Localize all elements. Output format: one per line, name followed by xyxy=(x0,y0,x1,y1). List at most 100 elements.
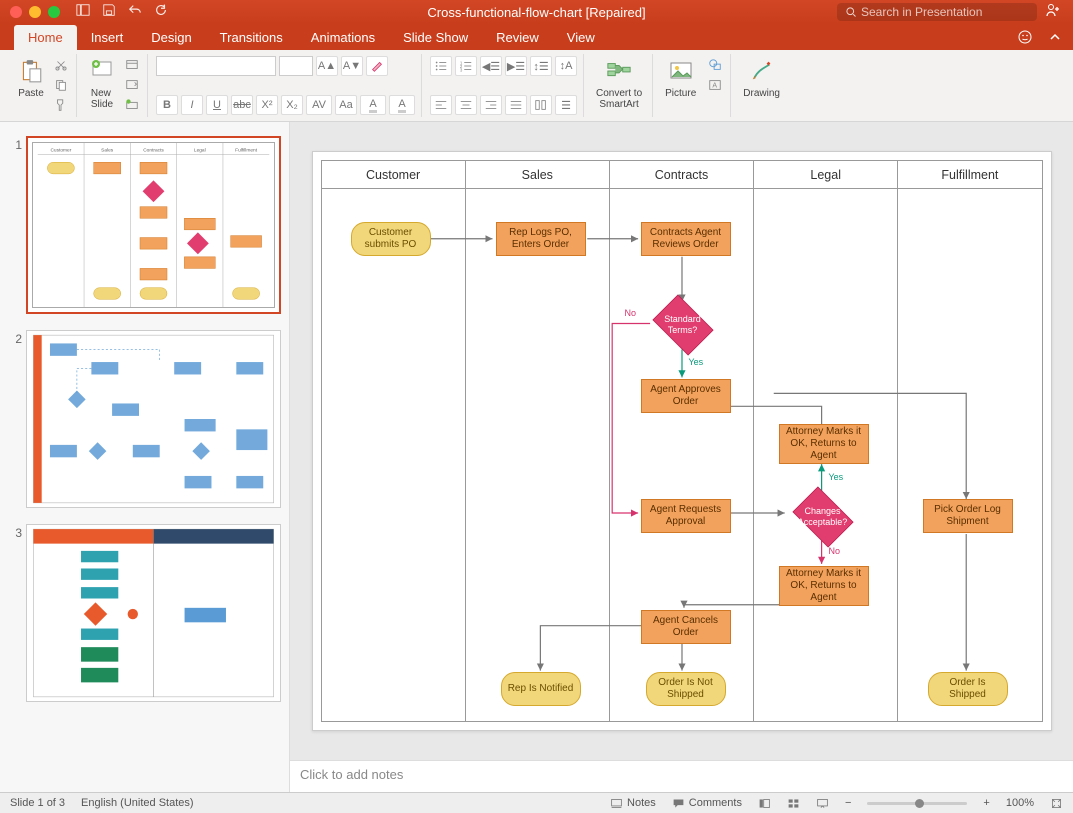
search-input[interactable] xyxy=(861,5,1021,19)
node-process[interactable]: Rep Logs PO, Enters Order xyxy=(496,222,586,256)
node-process[interactable]: Attorney Marks it OK, Returns to Agent xyxy=(779,566,869,606)
shrink-font-button[interactable]: A▼ xyxy=(341,56,363,76)
align-left-button[interactable] xyxy=(430,95,452,115)
zoom-out-button[interactable]: − xyxy=(845,797,851,809)
section-icon[interactable] xyxy=(123,96,141,114)
node-process[interactable]: Contracts Agent Reviews Order xyxy=(641,222,731,256)
comments-toggle[interactable]: Comments xyxy=(672,797,742,810)
align-center-button[interactable] xyxy=(455,95,477,115)
bullets-button[interactable] xyxy=(430,56,452,76)
fit-window-button[interactable] xyxy=(1050,797,1063,810)
copy-icon[interactable] xyxy=(52,76,70,94)
highlight-button[interactable]: A xyxy=(360,95,386,115)
align-right-button[interactable] xyxy=(480,95,502,115)
italic-button[interactable]: I xyxy=(181,95,203,115)
drawing-button[interactable]: Drawing xyxy=(739,56,784,101)
textbox-icon[interactable]: A xyxy=(706,76,724,94)
node-terminator[interactable]: Rep Is Notified xyxy=(501,672,581,706)
indent-button[interactable]: ▶☰ xyxy=(505,56,527,76)
cut-icon[interactable] xyxy=(52,56,70,74)
tab-transitions[interactable]: Transitions xyxy=(206,25,297,50)
tab-view[interactable]: View xyxy=(553,25,609,50)
line-spacing-button[interactable]: ↕☰ xyxy=(530,56,552,76)
node-process[interactable]: Attorney Marks it OK, Returns to Agent xyxy=(779,424,869,464)
superscript-button[interactable]: X² xyxy=(256,95,278,115)
search-box[interactable] xyxy=(837,3,1037,21)
language-indicator[interactable]: English (United States) xyxy=(81,797,194,809)
font-size-select[interactable] xyxy=(279,56,313,76)
thumbnail-2[interactable]: 2 xyxy=(8,330,281,508)
save-icon[interactable] xyxy=(102,3,116,22)
svg-text:Fulfillment: Fulfillment xyxy=(235,148,258,154)
share-button[interactable] xyxy=(1045,2,1061,23)
tab-design[interactable]: Design xyxy=(137,25,205,50)
text-direction-button[interactable]: ↕A xyxy=(555,56,577,76)
strike-button[interactable]: abc xyxy=(231,95,253,115)
node-decision[interactable]: Changes Acceptable? xyxy=(788,492,858,542)
change-case-button[interactable]: Aa xyxy=(335,95,357,115)
tab-slideshow[interactable]: Slide Show xyxy=(389,25,482,50)
new-slide-button[interactable]: New Slide xyxy=(85,56,119,114)
picture-button[interactable]: Picture xyxy=(661,56,700,101)
columns-button[interactable] xyxy=(530,95,552,115)
node-terminator[interactable]: Customer submits PO xyxy=(351,222,431,256)
undo-icon[interactable] xyxy=(128,3,142,22)
normal-view-button[interactable] xyxy=(758,797,771,810)
main-area: 1 CustomerSalesContractsLegalFulfillment xyxy=(0,122,1073,792)
thumbnail-1[interactable]: 1 CustomerSalesContractsLegalFulfillment xyxy=(8,136,281,314)
shapes-icon[interactable] xyxy=(706,56,724,74)
node-terminator[interactable]: Order Is Not Shipped xyxy=(646,672,726,706)
underline-button[interactable]: U xyxy=(206,95,228,115)
slides-group: New Slide xyxy=(79,54,148,117)
tab-insert[interactable]: Insert xyxy=(77,25,138,50)
node-process[interactable]: Agent Approves Order xyxy=(641,379,731,413)
node-decision[interactable]: Standard Terms? xyxy=(648,300,718,350)
font-color-button[interactable]: A xyxy=(389,95,415,115)
clear-format-button[interactable] xyxy=(366,56,388,76)
align-text-button[interactable]: ☰ xyxy=(555,95,577,115)
sorter-view-button[interactable] xyxy=(787,797,800,810)
layout-icon[interactable] xyxy=(123,56,141,74)
tab-animations[interactable]: Animations xyxy=(297,25,389,50)
slide-thumbnails-panel[interactable]: 1 CustomerSalesContractsLegalFulfillment xyxy=(0,122,290,792)
node-terminator[interactable]: Order Is Shipped xyxy=(928,672,1008,706)
minimize-window-button[interactable] xyxy=(29,6,41,18)
convert-smartart-button[interactable]: Convert to SmartArt xyxy=(592,56,646,112)
zoom-in-button[interactable]: + xyxy=(983,797,989,809)
numbering-button[interactable]: 123 xyxy=(455,56,477,76)
edge-label-yes: Yes xyxy=(829,472,844,482)
repeat-icon[interactable] xyxy=(154,3,168,22)
search-icon xyxy=(845,6,857,18)
grow-font-button[interactable]: A▲ xyxy=(316,56,338,76)
clipboard-group: Paste xyxy=(8,54,77,117)
align-justify-button[interactable] xyxy=(505,95,527,115)
node-process[interactable]: Pick Order Log Shipment xyxy=(923,499,1013,533)
lane-header: Fulfillment xyxy=(898,161,1041,189)
bold-button[interactable]: B xyxy=(156,95,178,115)
node-process[interactable]: Agent Requests Approval xyxy=(641,499,731,533)
collapse-ribbon-icon[interactable] xyxy=(1047,29,1063,50)
tab-review[interactable]: Review xyxy=(482,25,553,50)
notes-pane[interactable]: Click to add notes xyxy=(290,760,1073,792)
subscript-button[interactable]: X₂ xyxy=(281,95,303,115)
node-process[interactable]: Agent Cancels Order xyxy=(641,610,731,644)
close-window-button[interactable] xyxy=(10,6,22,18)
zoom-level[interactable]: 100% xyxy=(1006,797,1034,809)
lane-header: Customer xyxy=(322,161,465,189)
tab-home[interactable]: Home xyxy=(14,25,77,50)
slide[interactable]: Customer Sales Contracts Legal Fulfillme… xyxy=(312,151,1052,731)
notes-toggle[interactable]: Notes xyxy=(610,797,656,810)
thumbnail-3[interactable]: 3 xyxy=(8,524,281,702)
emoji-icon[interactable] xyxy=(1017,29,1033,50)
reset-icon[interactable] xyxy=(123,76,141,94)
maximize-window-button[interactable] xyxy=(48,6,60,18)
zoom-slider[interactable] xyxy=(867,802,967,805)
format-painter-icon[interactable] xyxy=(52,96,70,114)
outdent-button[interactable]: ◀☰ xyxy=(480,56,502,76)
font-family-select[interactable] xyxy=(156,56,276,76)
paste-button[interactable]: Paste xyxy=(14,56,48,114)
char-spacing-button[interactable]: AV xyxy=(306,95,332,115)
slideshow-view-button[interactable] xyxy=(816,797,829,810)
quick-access-toolbar xyxy=(76,3,168,22)
toggle-filmstrip-icon[interactable] xyxy=(76,3,90,22)
